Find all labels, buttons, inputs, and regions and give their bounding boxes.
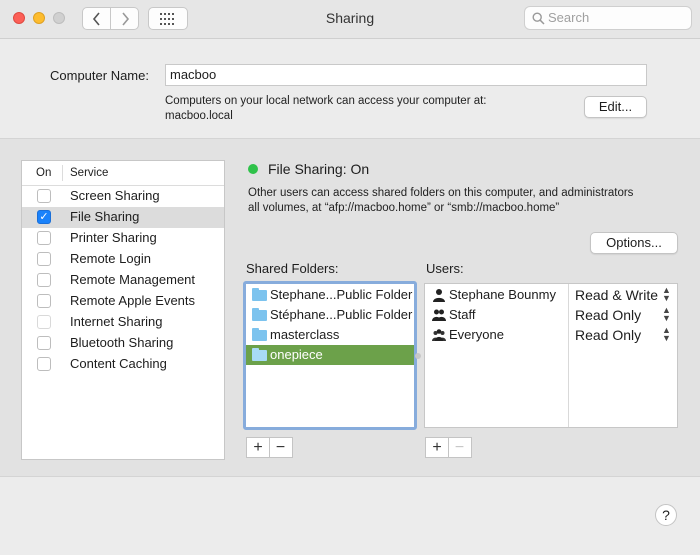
updown-arrows-icon[interactable]: ▲ ▼: [662, 286, 671, 303]
updown-arrows-icon[interactable]: ▲ ▼: [662, 326, 671, 343]
status-description-line: all volumes, at “afp://macboo.home” or “…: [248, 202, 560, 214]
shared-folders-list[interactable]: Stephane...Public Folder Stéphane...Publ…: [243, 281, 417, 430]
user-row[interactable]: Stephane Bounmy Read & Write ▲ ▼: [425, 285, 677, 305]
users-list[interactable]: Stephane Bounmy Read & Write ▲ ▼ Staff Re…: [424, 283, 678, 428]
search-placeholder: Search: [548, 10, 590, 25]
service-row[interactable]: Bluetooth Sharing: [22, 333, 224, 354]
add-user-button[interactable]: +: [426, 438, 448, 457]
network-note-line: Computers on your local network can acce…: [165, 95, 487, 107]
folder-icon: [252, 348, 267, 361]
folder-icon: [252, 308, 267, 321]
public-folder-icon: [252, 288, 267, 301]
shared-folders-add-remove: + −: [246, 437, 293, 458]
service-label: Internet Sharing: [70, 314, 163, 329]
status-text: File Sharing: On: [268, 161, 370, 177]
status-description: Other users can access shared folders on…: [248, 186, 678, 216]
users-add-remove: + −: [425, 437, 472, 458]
service-row[interactable]: Remote Management: [22, 270, 224, 291]
computer-name-field[interactable]: macboo: [165, 64, 647, 86]
folder-label: Stephane...Public Folder: [270, 287, 413, 302]
service-row[interactable]: Printer Sharing: [22, 228, 224, 249]
updown-arrows-icon[interactable]: ▲ ▼: [662, 306, 671, 323]
service-label: Remote Login: [70, 251, 151, 266]
folder-label: masterclass: [270, 327, 340, 342]
shared-folders-label: Shared Folders:: [246, 261, 339, 276]
service-label: File Sharing: [70, 209, 140, 224]
service-label: Remote Apple Events: [70, 293, 196, 308]
everyone-icon: [432, 329, 446, 341]
service-list[interactable]: On Service Screen Sharing ✓ File Sharing…: [21, 160, 225, 460]
header-on: On: [36, 167, 52, 179]
service-checkbox-checked[interactable]: ✓: [37, 210, 51, 224]
service-checkbox[interactable]: [37, 294, 51, 308]
service-label: Printer Sharing: [70, 230, 157, 245]
users-label: Users:: [426, 261, 464, 276]
service-row-selected[interactable]: ✓ File Sharing: [22, 207, 224, 228]
folder-row[interactable]: masterclass: [246, 325, 414, 345]
status-description-line: Other users can access shared folders on…: [248, 187, 634, 199]
computer-name-label: Computer Name:: [50, 68, 149, 83]
service-label: Content Caching: [70, 356, 167, 371]
service-label: Remote Management: [70, 272, 196, 287]
folder-icon: [252, 328, 267, 341]
service-checkbox[interactable]: [37, 336, 51, 350]
service-checkbox-disabled: [37, 315, 51, 329]
header-service: Service: [70, 167, 109, 179]
remove-user-button[interactable]: −: [448, 438, 470, 457]
service-label: Screen Sharing: [70, 188, 160, 203]
service-checkbox[interactable]: [37, 252, 51, 266]
service-list-header: On Service: [22, 161, 224, 186]
service-checkbox[interactable]: [37, 189, 51, 203]
permission-select[interactable]: Read & Write: [575, 287, 658, 303]
edit-button[interactable]: Edit...: [584, 96, 647, 118]
group-icon: [432, 309, 446, 321]
permission-select[interactable]: Read Only: [575, 327, 641, 343]
network-address-note: Computers on your local network can acce…: [165, 94, 487, 124]
service-checkbox[interactable]: [37, 357, 51, 371]
add-folder-button[interactable]: +: [247, 438, 269, 457]
user-name: Staff: [449, 307, 476, 322]
permission-select[interactable]: Read Only: [575, 307, 641, 323]
user-icon: [433, 289, 445, 302]
folder-label: Stéphane...Public Folder: [270, 307, 413, 322]
service-row[interactable]: Content Caching: [22, 354, 224, 375]
folder-label: onepiece: [270, 347, 323, 362]
user-name: Stephane Bounmy: [449, 287, 556, 302]
folder-row-selected[interactable]: onepiece: [246, 345, 414, 365]
folder-row[interactable]: Stéphane...Public Folder: [246, 305, 414, 325]
remove-folder-button[interactable]: −: [269, 438, 291, 457]
network-address: macboo.local: [165, 110, 233, 122]
service-checkbox[interactable]: [37, 273, 51, 287]
search-icon: [532, 12, 545, 25]
service-checkbox[interactable]: [37, 231, 51, 245]
service-row[interactable]: Remote Apple Events: [22, 291, 224, 312]
service-row[interactable]: Screen Sharing: [22, 186, 224, 207]
user-row[interactable]: Everyone Read Only ▲ ▼: [425, 325, 677, 345]
options-button[interactable]: Options...: [590, 232, 678, 254]
help-button[interactable]: ?: [655, 504, 677, 526]
service-label: Bluetooth Sharing: [70, 335, 174, 350]
split-resize-handle[interactable]: [415, 353, 421, 359]
folder-row[interactable]: Stephane...Public Folder: [246, 285, 414, 305]
service-row[interactable]: Remote Login: [22, 249, 224, 270]
header-divider: [62, 165, 63, 181]
service-row[interactable]: Internet Sharing: [22, 312, 224, 333]
user-name: Everyone: [449, 327, 504, 342]
status-indicator: [248, 164, 258, 174]
user-row[interactable]: Staff Read Only ▲ ▼: [425, 305, 677, 325]
